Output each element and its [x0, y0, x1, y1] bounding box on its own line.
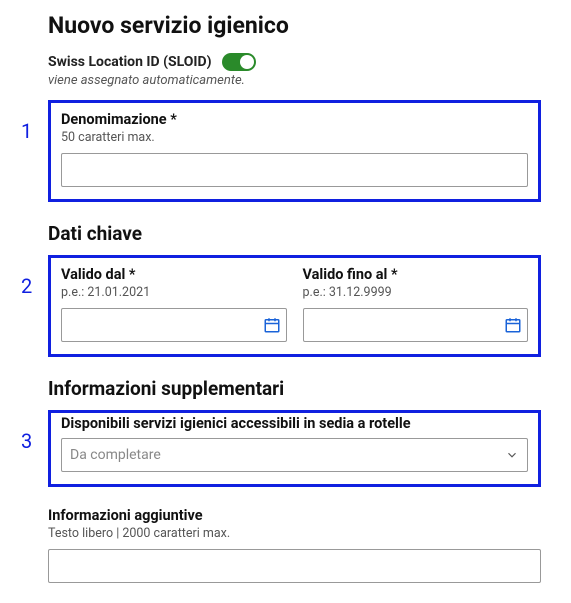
- wheelchair-label: Disponibili servizi igienici accessibili…: [61, 415, 528, 432]
- calendar-icon[interactable]: [504, 316, 522, 334]
- additional-info-field: Informazioni aggiuntive Testo libero | 2…: [48, 507, 541, 583]
- valid-to-label: Valido fino al *: [303, 266, 529, 283]
- additional-info-label: Informazioni aggiuntive: [48, 507, 541, 524]
- valid-from-label: Valido dal *: [61, 266, 287, 283]
- wheelchair-select[interactable]: Da completare: [61, 438, 528, 472]
- additional-info-input[interactable]: [48, 549, 541, 583]
- valid-to-field: Valido fino al * p.e.: 31.12.9999: [303, 266, 529, 342]
- valid-to-input[interactable]: [303, 308, 529, 342]
- name-label: Denomimazione *: [61, 111, 528, 128]
- marker-1: 1: [21, 119, 32, 143]
- highlight-box-dates: 2 Valido dal * p.e.: 21.01.2021 Valido f…: [48, 255, 541, 357]
- sloid-toggle[interactable]: [222, 53, 256, 71]
- name-hint: 50 caratteri max.: [61, 130, 528, 145]
- page-title: Nuovo servizio igienico: [48, 12, 541, 39]
- highlight-box-wheelchair: 3 Disponibili servizi igienici accessibi…: [48, 410, 541, 487]
- section-supplementary: Informazioni supplementari: [48, 377, 541, 400]
- additional-info-hint: Testo libero | 2000 caratteri max.: [48, 526, 541, 541]
- section-key-data: Dati chiave: [48, 222, 541, 245]
- valid-from-input[interactable]: [61, 308, 287, 342]
- chevron-down-icon: [505, 448, 519, 462]
- valid-from-field: Valido dal * p.e.: 21.01.2021: [61, 266, 287, 342]
- form-page: Nuovo servizio igienico Swiss Location I…: [0, 0, 571, 603]
- calendar-icon[interactable]: [263, 316, 281, 334]
- highlight-box-name: 1 Denomimazione * 50 caratteri max.: [48, 100, 541, 202]
- marker-2: 2: [21, 274, 32, 298]
- valid-to-hint: p.e.: 31.12.9999: [303, 285, 529, 300]
- sloid-row: Swiss Location ID (SLOID): [48, 53, 541, 71]
- marker-3: 3: [21, 429, 32, 453]
- name-input[interactable]: [61, 153, 528, 187]
- sloid-label: Swiss Location ID (SLOID): [48, 54, 212, 70]
- wheelchair-selected: Da completare: [70, 447, 161, 463]
- valid-from-hint: p.e.: 21.01.2021: [61, 285, 287, 300]
- sloid-auto-hint: viene assegnato automaticamente.: [48, 73, 541, 88]
